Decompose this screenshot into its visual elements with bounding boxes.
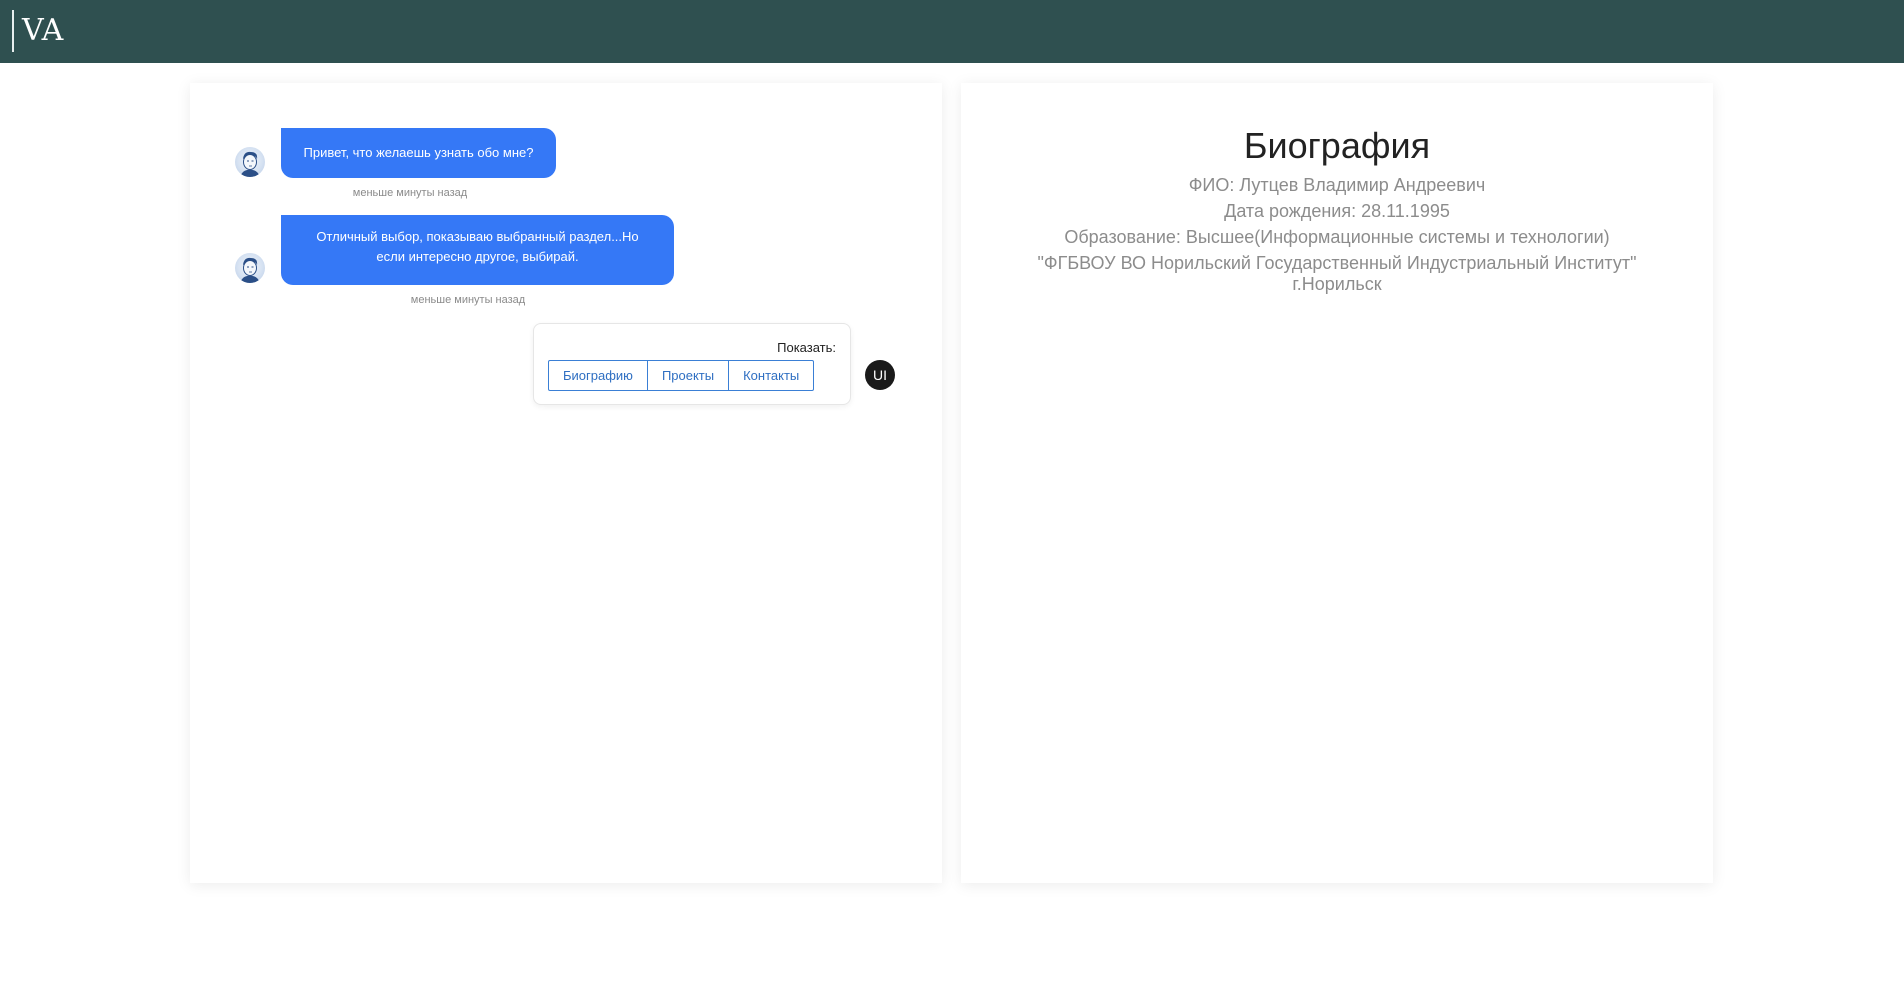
chat-panel: Привет, что желаешь узнать обо мне? мень… — [190, 83, 942, 883]
section-button-group: Биографию Проекты Контакты — [548, 360, 815, 391]
biography-panel: Биография ФИО: Лутцев Владимир Андреевич… — [961, 83, 1713, 883]
section-choice-card: Показать: Биографию Проекты Контакты — [533, 323, 851, 405]
contacts-button[interactable]: Контакты — [728, 360, 815, 391]
bio-city: г.Норильск — [1292, 274, 1382, 294]
biography-button[interactable]: Биографию — [548, 360, 648, 391]
bio-full-name: ФИО: Лутцев Владимир Андреевич — [1188, 175, 1486, 195]
bot-message: Отличный выбор, показываю выбранный разд… — [281, 215, 674, 285]
bot-avatar — [235, 253, 265, 283]
bot-avatar — [235, 147, 265, 177]
site-logo[interactable]: VA — [12, 10, 63, 52]
biography-title: Биография — [1243, 125, 1431, 166]
top-navbar: VA — [0, 0, 1904, 63]
bio-education: Образование: Высшее(Информационные систе… — [1064, 227, 1610, 247]
bio-institution: "ФГБВОУ ВО Норильский Государственный Ин… — [1037, 253, 1637, 273]
message-timestamp: меньше минуты назад — [352, 187, 468, 199]
bot-message: Привет, что желаешь узнать обо мне? — [281, 128, 556, 178]
message-timestamp: меньше минуты назад — [410, 294, 526, 306]
user-avatar: UI — [865, 360, 895, 390]
choice-label: Показать: — [777, 340, 836, 355]
bio-birth-date: Дата рождения: 28.11.1995 — [1224, 201, 1450, 221]
projects-button[interactable]: Проекты — [646, 360, 730, 391]
